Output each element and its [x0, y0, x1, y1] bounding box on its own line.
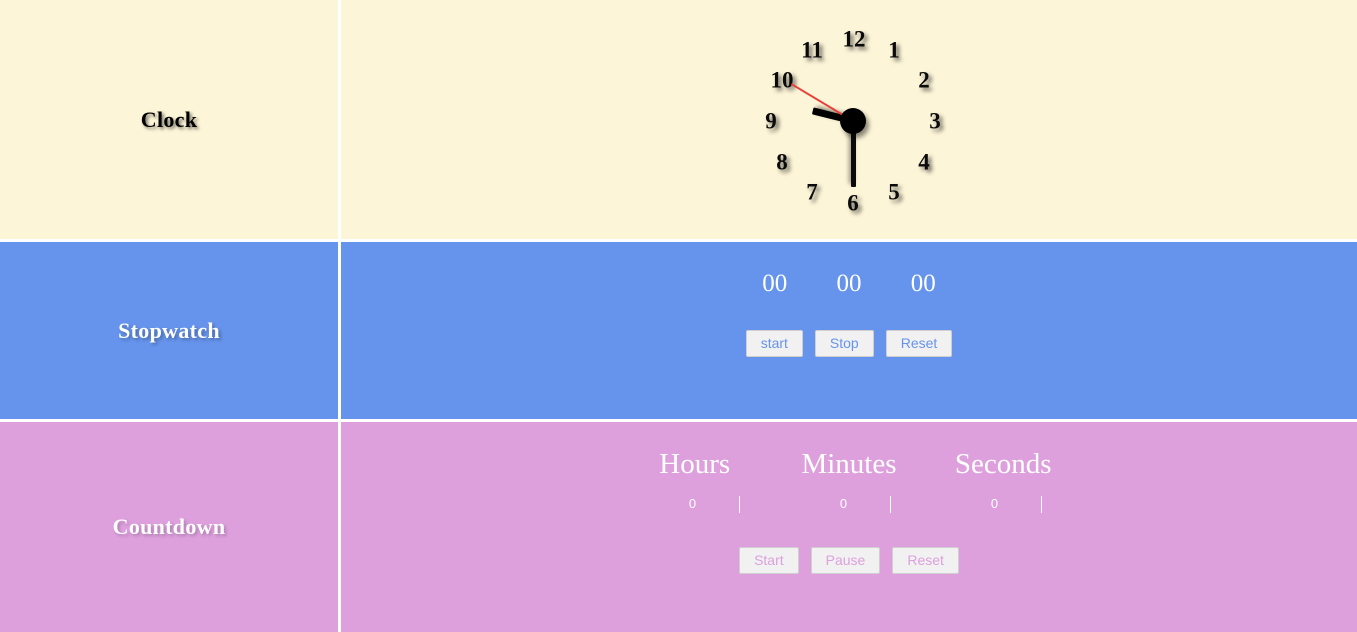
timer-app: Clock 1 2 3 4 5 6 7 8 9 10 11 12 Stopwat…: [0, 0, 1357, 632]
countdown-section: Countdown Hours Minutes Seconds 0 0 0 St…: [0, 422, 1357, 632]
stopwatch-start-button[interactable]: start: [745, 330, 803, 357]
stopwatch-section-label: Stopwatch: [118, 317, 220, 343]
countdown-start-button[interactable]: Start: [739, 547, 799, 574]
clock-section: Clock 1 2 3 4 5 6 7 8 9 10 11 12: [0, 0, 1357, 242]
stopwatch-button-group: start Stop Reset: [341, 330, 1357, 357]
countdown-button-group: Start Pause Reset: [341, 547, 1357, 574]
countdown-panel: Hours Minutes Seconds 0 0 0 Start Pause …: [341, 448, 1357, 574]
clock-number-8: 8: [776, 149, 788, 175]
countdown-hours-input[interactable]: [656, 496, 729, 511]
stopwatch-section-body: 00 00 00 start Stop Reset: [341, 242, 1357, 419]
countdown-minutes-input-wrap: [776, 495, 923, 513]
clock-center-hub: [840, 108, 866, 134]
countdown-minutes-label: Minutes: [801, 448, 897, 480]
stopwatch-panel: 00 00 00 start Stop Reset: [341, 270, 1357, 357]
countdown-hours-label: Hours: [659, 448, 731, 480]
stopwatch-section: Stopwatch 00 00 00 start Stop Reset: [0, 242, 1357, 422]
stopwatch-minutes: 00: [836, 270, 862, 297]
countdown-reset-button[interactable]: Reset: [892, 547, 959, 574]
clock-number-10: 10: [770, 67, 794, 93]
stopwatch-hours: 00: [762, 270, 788, 297]
countdown-section-label: Countdown: [112, 514, 226, 539]
analog-clock: 1 2 3 4 5 6 7 8 9 10 11 12: [341, 0, 1357, 239]
clock-number-7: 7: [806, 179, 818, 205]
countdown-field-group: [341, 495, 1357, 513]
stopwatch-section-label-cell: Stopwatch: [0, 242, 341, 419]
countdown-seconds-input[interactable]: [958, 496, 1031, 511]
clock-number-3: 3: [929, 108, 941, 134]
countdown-seconds-input-wrap: [927, 495, 1074, 513]
stopwatch-stop-button[interactable]: Stop: [814, 330, 874, 357]
countdown-seconds-label: Seconds: [954, 448, 1052, 480]
countdown-minutes-input[interactable]: [807, 496, 880, 511]
countdown-hours-input-wrap: [625, 495, 772, 513]
clock-number-6: 6: [847, 190, 859, 216]
clock-number-12: 12: [842, 26, 866, 52]
countdown-field-labels: Hours Minutes Seconds: [341, 448, 1357, 481]
clock-number-11: 11: [801, 37, 823, 63]
clock-number-9: 9: [765, 108, 777, 134]
countdown-hours-caret: [738, 495, 740, 513]
clock-number-1: 1: [888, 37, 900, 63]
countdown-section-body: Hours Minutes Seconds 0 0 0 Start Pause …: [341, 422, 1357, 632]
clock-number-5: 5: [888, 179, 900, 205]
clock-section-body: 1 2 3 4 5 6 7 8 9 10 11 12: [341, 0, 1357, 239]
countdown-seconds-caret: [1040, 495, 1042, 513]
clock-number-4: 4: [918, 149, 930, 175]
stopwatch-display: 00 00 00: [341, 270, 1357, 298]
countdown-minutes-caret: [889, 495, 891, 513]
clock-section-label-cell: Clock: [0, 0, 341, 239]
clock-section-label: Clock: [140, 106, 198, 132]
stopwatch-reset-button[interactable]: Reset: [885, 330, 953, 357]
countdown-pause-button[interactable]: Pause: [810, 547, 881, 574]
stopwatch-seconds: 00: [910, 270, 936, 297]
countdown-section-label-cell: Countdown: [0, 422, 341, 632]
clock-number-2: 2: [918, 67, 930, 93]
